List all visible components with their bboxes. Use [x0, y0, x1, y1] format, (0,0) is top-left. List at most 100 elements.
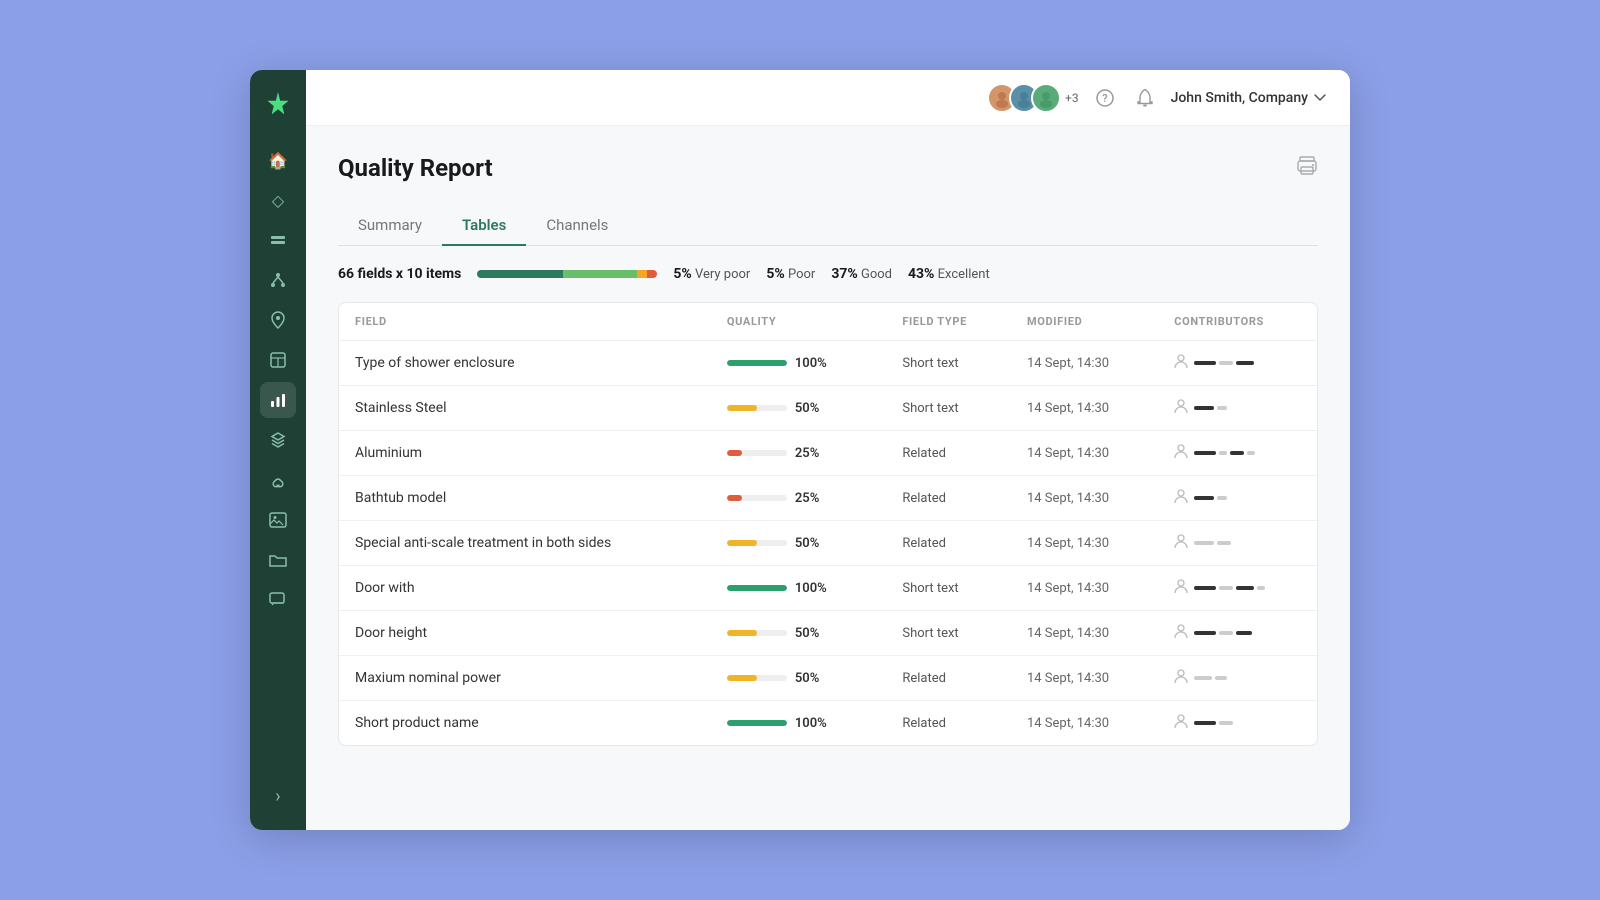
field-name: Bathtub model [339, 476, 711, 521]
person-icon [1174, 533, 1188, 553]
person-icon [1174, 623, 1188, 643]
field-contributors [1158, 566, 1317, 611]
field-contributors [1158, 431, 1317, 476]
contributor-bars [1194, 541, 1231, 545]
table-row: Maxium nominal power50%Related14 Sept, 1… [339, 656, 1317, 701]
user-menu[interactable]: John Smith, Company [1171, 90, 1326, 106]
image-icon[interactable] [260, 502, 296, 538]
stack-icon[interactable] [260, 422, 296, 458]
contributor-bars [1194, 361, 1254, 365]
sidebar: 🏠 ◇ › [250, 70, 306, 830]
page-title: Quality Report [338, 154, 493, 182]
field-modified: 14 Sept, 14:30 [1011, 386, 1158, 431]
link-icon[interactable] [260, 462, 296, 498]
field-name: Short product name [339, 701, 711, 746]
field-contributors [1158, 386, 1317, 431]
table-row: Special anti-scale treatment in both sid… [339, 521, 1317, 566]
tabs: Summary Tables Channels [338, 206, 1318, 246]
field-quality: 100% [711, 701, 886, 746]
table-row: Type of shower enclosure100%Short text14… [339, 341, 1317, 386]
field-name: Special anti-scale treatment in both sid… [339, 521, 711, 566]
table-row: Stainless Steel50%Short text14 Sept, 14:… [339, 386, 1317, 431]
field-name: Type of shower enclosure [339, 341, 711, 386]
person-icon [1174, 443, 1188, 463]
field-type: Short text [886, 341, 1011, 386]
avatars: +3 [987, 83, 1079, 113]
field-contributors [1158, 611, 1317, 656]
col-quality: QUALITY [711, 303, 886, 341]
field-name: Maxium nominal power [339, 656, 711, 701]
user-name: John Smith, Company [1171, 90, 1308, 106]
layers-icon[interactable] [260, 222, 296, 258]
field-type: Related [886, 701, 1011, 746]
field-contributors [1158, 656, 1317, 701]
content: Quality Report Summary Tables Channels 6… [306, 126, 1350, 830]
field-type: Related [886, 521, 1011, 566]
table-row: Aluminium25%Related14 Sept, 14:30 [339, 431, 1317, 476]
field-contributors [1158, 521, 1317, 566]
bar-excellent [477, 270, 563, 278]
contributor-bars [1194, 406, 1227, 410]
tab-summary[interactable]: Summary [338, 206, 442, 246]
field-quality: 25% [711, 476, 886, 521]
main-area: +3 ? John Smith, Company Quality Report [306, 70, 1350, 830]
field-name: Stainless Steel [339, 386, 711, 431]
field-type: Short text [886, 566, 1011, 611]
field-quality: 100% [711, 566, 886, 611]
print-icon[interactable] [1296, 156, 1318, 181]
person-icon [1174, 668, 1188, 688]
contributor-bars [1194, 451, 1255, 455]
contributor-bars [1194, 496, 1227, 500]
home-icon[interactable]: 🏠 [260, 142, 296, 178]
avatar-count: +3 [1065, 91, 1079, 105]
quality-table: FIELD QUALITY FIELD TYPE MODIFIED CONTRI… [339, 303, 1317, 745]
table-icon[interactable] [260, 342, 296, 378]
chat-icon[interactable] [260, 582, 296, 618]
contributor-bars [1194, 676, 1227, 680]
tab-tables[interactable]: Tables [442, 206, 526, 246]
person-icon [1174, 353, 1188, 373]
col-modified: MODIFIED [1011, 303, 1158, 341]
stats-bar: 66 fields x 10 items 5% Very poor 5% Poo… [338, 266, 1318, 282]
field-contributors [1158, 476, 1317, 521]
table-row: Bathtub model25%Related14 Sept, 14:30 [339, 476, 1317, 521]
field-type: Short text [886, 386, 1011, 431]
quality-bar [477, 270, 657, 278]
field-type: Related [886, 656, 1011, 701]
stat-verypoor: 5% Very poor [673, 266, 750, 282]
field-name: Aluminium [339, 431, 711, 476]
person-icon [1174, 398, 1188, 418]
page-header: Quality Report [338, 154, 1318, 182]
field-modified: 14 Sept, 14:30 [1011, 566, 1158, 611]
field-quality: 25% [711, 431, 886, 476]
logo-icon [260, 86, 296, 122]
table-container: FIELD QUALITY FIELD TYPE MODIFIED CONTRI… [338, 302, 1318, 746]
folder-icon[interactable] [260, 542, 296, 578]
help-icon[interactable]: ? [1091, 84, 1119, 112]
col-field: FIELD [339, 303, 711, 341]
expand-icon[interactable]: › [260, 778, 296, 814]
table-row: Short product name100%Related14 Sept, 14… [339, 701, 1317, 746]
field-type: Short text [886, 611, 1011, 656]
field-contributors [1158, 341, 1317, 386]
location-icon[interactable] [260, 302, 296, 338]
table-header-row: FIELD QUALITY FIELD TYPE MODIFIED CONTRI… [339, 303, 1317, 341]
person-icon [1174, 578, 1188, 598]
chart-icon[interactable] [260, 382, 296, 418]
notification-icon[interactable] [1131, 84, 1159, 112]
stat-good: 37% Good [831, 266, 892, 282]
col-contributors: CONTRIBUTORS [1158, 303, 1317, 341]
field-modified: 14 Sept, 14:30 [1011, 431, 1158, 476]
tag-icon[interactable]: ◇ [260, 182, 296, 218]
git-icon[interactable] [260, 262, 296, 298]
field-quality: 50% [711, 386, 886, 431]
person-icon [1174, 713, 1188, 733]
fields-count: 66 fields x 10 items [338, 266, 461, 282]
tab-channels[interactable]: Channels [526, 206, 628, 246]
field-contributors [1158, 701, 1317, 746]
field-quality: 50% [711, 611, 886, 656]
field-modified: 14 Sept, 14:30 [1011, 701, 1158, 746]
bar-verypoor [647, 270, 657, 278]
field-name: Door height [339, 611, 711, 656]
table-row: Door height50%Short text14 Sept, 14:30 [339, 611, 1317, 656]
